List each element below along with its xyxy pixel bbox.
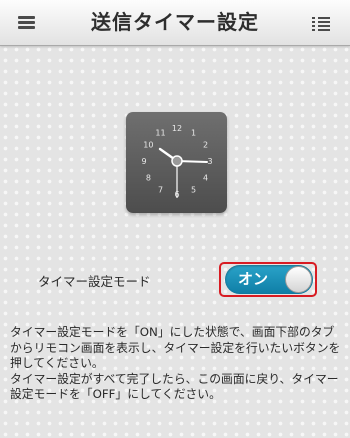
clock-center [171,155,183,167]
toggle-knob[interactable] [285,266,312,293]
clock-face: 121234567891011 [141,124,212,199]
toggle-on-label: オン [238,270,269,288]
clock-number-12: 12 [172,124,182,133]
clock-number-2: 2 [203,141,208,150]
description-line-1: タイマー設定モードを「ON」にした状態で、画面下部のタブからリモコン画面を表示し… [10,325,341,370]
clock-number-5: 5 [191,186,196,195]
description-line-2: タイマー設定がすべて完了したら、この画面に戻り、タイマー設定モードを「OFF」に… [10,371,339,402]
clock-number-3: 3 [207,157,212,166]
clock-number-1: 1 [191,128,196,137]
clock-number-11: 11 [155,128,165,137]
clock-number-7: 7 [158,186,163,195]
clock-number-10: 10 [143,141,153,150]
timer-mode-toggle[interactable]: オン [225,265,313,294]
description-text: タイマー設定モードを「ON」にした状態で、画面下部のタブからリモコン画面を表示し… [10,325,342,403]
timer-mode-label: タイマー設定モード [38,274,151,289]
header-bar: 送信タイマー設定 [0,0,350,46]
clock-number-9: 9 [141,157,146,166]
clock-number-8: 8 [146,174,151,183]
list-button[interactable] [298,0,350,45]
clock-icon: 121234567891011 [126,112,227,213]
clock-number-4: 4 [203,174,208,183]
